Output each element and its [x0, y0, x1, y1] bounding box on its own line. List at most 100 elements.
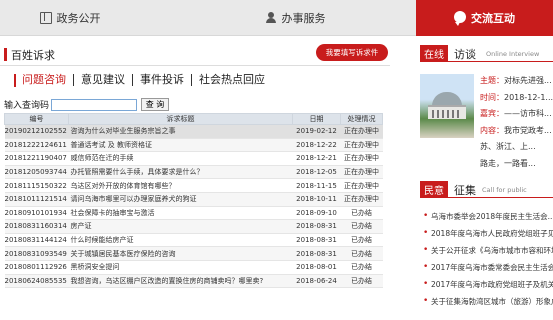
interview-info: 主题：对标先进强... 时间：2018-12-1... 嘉宾：——访市科... … — [480, 73, 553, 139]
solicit-list: 乌海市委举会2018年度民主生活会...2018年度乌海市人民政府党组班子见面.… — [422, 208, 553, 310]
cell-title[interactable]: 房产证 — [68, 219, 293, 234]
requests-table: 编号 诉求标题 日期 处理情况 20190212102552 咨询为什么对毕业生服… — [4, 113, 383, 289]
query-code-input[interactable] — [51, 98, 138, 111]
table-row[interactable]: 20181221190407 威信师范在迁的手续 2018-12-21 正在办理中 — [4, 151, 383, 166]
section-marker — [4, 48, 7, 61]
active-tab-marker — [14, 73, 16, 87]
query-button[interactable]: 查 询 — [141, 98, 170, 111]
table-row[interactable]: 20180831160314 房产证 2018-08-31 已办结 — [4, 219, 383, 234]
cell-id: 20181205093744 — [4, 165, 69, 180]
cell-title[interactable]: 关于城镇居民基本医疗保险的咨询 — [68, 246, 293, 261]
cell-title[interactable]: 请问乌海市哪里可以办理家庭养犬的狗证 — [68, 192, 293, 207]
table-row[interactable]: 20181115150322 乌达区对外开放的体育馆有哪些？ 2018-11-15 正… — [4, 178, 383, 193]
cell-id: 20180831093549 — [4, 246, 69, 261]
tab-interaction[interactable]: 交流互动 — [416, 0, 553, 36]
cell-id: 20180624085535 — [4, 274, 69, 289]
cell-date: 2018-12-21 — [292, 151, 341, 166]
table-row[interactable]: 20180831144124 什么时候能给房产证 2018-08-31 已办结 — [4, 233, 383, 248]
cell-status: 已办结 — [340, 260, 383, 275]
table-row[interactable]: 20180801112926 黑桥洞安全提问 2018-08-01 已办结 — [4, 260, 383, 275]
cell-title[interactable]: 什么时候能给房产证 — [68, 233, 293, 248]
cell-title[interactable]: 普通话考试 及 教师资格证 — [68, 138, 293, 153]
table-row[interactable]: 20181205093744 办托管照需要什么手续，具体要求是什么？ 2018-12… — [4, 165, 383, 180]
tab-label: 政务公开 — [56, 12, 101, 25]
table-row[interactable]: 20181222124611 普通话考试 及 教师资格证 2018-12-22 正在办… — [4, 138, 383, 153]
tab-label: 交流互动 — [471, 12, 515, 25]
table-row[interactable]: 20180910101934 社会保障卡的抽审宝与激活 2018-09-10 已办结 — [4, 206, 383, 221]
cell-status: 已办结 — [340, 274, 383, 289]
cell-status: 已办结 — [340, 206, 383, 221]
info-key: 嘉宾： — [480, 109, 504, 118]
interaction-sidebar: 在线 访谈 Online Interview 主题：对标先进强... 时间：20… — [416, 36, 553, 320]
cell-date: 2018-06-24 — [292, 274, 341, 289]
subtab-complaint[interactable]: 事件投诉 — [132, 74, 191, 86]
cell-date: 2018-10-11 — [292, 192, 341, 207]
cell-id: 20181221190407 — [4, 151, 69, 166]
cell-date: 2018-08-01 — [292, 260, 341, 275]
info-row: 主题：对标先进强... — [480, 73, 553, 90]
cell-date: 2018-08-31 — [292, 219, 341, 234]
info-value[interactable]: 对标先进强... — [504, 76, 552, 85]
info-row: 时间：2018-12-1... — [480, 90, 553, 107]
cell-status: 正在办理中 — [340, 165, 383, 180]
table-row[interactable]: 20180831093549 关于城镇居民基本医疗保险的咨询 2018-08-31 已… — [4, 246, 383, 261]
collect-label: 征集 — [454, 184, 476, 197]
info-value: 我市党政考... — [504, 125, 552, 135]
query-label: 输入查询码 — [4, 101, 50, 111]
cell-title[interactable]: 我想咨询，乌达区棚户区改造的置换住房的商铺卖吗？哪里卖? — [68, 274, 293, 289]
info-value: ——访市科... — [504, 109, 552, 118]
solicit-en-label: Call for public — [482, 186, 527, 194]
list-item[interactable]: 关于征集海勃湾区城市（旅游）形象广... — [422, 293, 553, 310]
cell-title[interactable]: 黑桥洞安全提问 — [68, 260, 293, 275]
cell-id: 20180801112926 — [4, 260, 69, 275]
tab-services[interactable]: 办事服务 — [200, 0, 390, 36]
cell-status: 已办结 — [340, 246, 383, 261]
tab-label: 办事服务 — [281, 12, 326, 25]
tab-government-affairs[interactable]: 政务公开 — [0, 0, 140, 36]
table-row[interactable]: 20180624085535 我想咨询，乌达区棚户区改造的置换住房的商铺卖吗？哪里… — [4, 274, 383, 289]
cell-title[interactable]: 咨询为什么对毕业生服务宗旨之事 — [68, 124, 293, 139]
cell-date: 2018-12-22 — [292, 138, 341, 153]
subtab-hot-topics[interactable]: 社会热点回应 — [191, 74, 272, 86]
subtab-suggestion[interactable]: 意见建议 — [73, 74, 132, 86]
cell-status: 已办结 — [340, 219, 383, 234]
list-item[interactable]: 2017年度乌海市政府党组班子及机关... — [422, 276, 553, 293]
interview-content-line: 苏、浙江、上... — [480, 142, 536, 151]
interview-content-line: 路走，一路看... — [480, 159, 536, 168]
info-value: 2018-12-1... — [504, 92, 553, 102]
top-navigation: 政务公开 办事服务 交流互动 — [0, 0, 553, 36]
list-item[interactable]: 2017年度乌海市委常委会民主生活会... — [422, 259, 553, 276]
subtabs: 问题咨询 意见建议 事件投诉 社会热点回应 — [14, 72, 272, 88]
info-key: 时间： — [480, 92, 504, 102]
col-header-title: 诉求标题 — [68, 113, 293, 125]
list-item[interactable]: 关于公开征求《乌海市城市市容和环境... — [422, 242, 553, 259]
submit-request-button[interactable]: 我要填写诉求件 — [316, 44, 388, 61]
cell-title[interactable]: 办托管照需要什么手续，具体要求是什么？ — [68, 165, 293, 180]
cell-date: 2018-08-31 — [292, 233, 341, 248]
photo-building — [428, 105, 466, 119]
cell-id: 20181222124611 — [4, 138, 69, 153]
subtab-consult[interactable]: 问题咨询 — [22, 74, 73, 86]
cell-id: 20180831144124 — [4, 233, 69, 248]
solicit-header: 民意 征集 Call for public — [420, 181, 553, 198]
person-icon — [265, 12, 277, 24]
citizen-requests-panel: 百姓诉求 我要填写诉求件 问题咨询 意见建议 事件投诉 社会热点回应 输入查询码… — [0, 36, 390, 320]
cell-title[interactable]: 乌达区对外开放的体育馆有哪些？ — [68, 178, 293, 193]
cell-id: 20181011121514 — [4, 192, 69, 207]
cell-id: 20180831160314 — [4, 219, 69, 234]
table-row[interactable]: 20190212102552 咨询为什么对毕业生服务宗旨之事 2019-02-12 正… — [4, 124, 383, 139]
cell-title[interactable]: 威信师范在迁的手续 — [68, 151, 293, 166]
list-item[interactable]: 乌海市委举会2018年度民主生活会... — [422, 208, 553, 225]
cell-title[interactable]: 社会保障卡的抽审宝与激活 — [68, 206, 293, 221]
info-row: 嘉宾：——访市科... — [480, 106, 553, 123]
table-row[interactable]: 20181011121514 请问乌海市哪里可以办理家庭养犬的狗证 2018-10-… — [4, 192, 383, 207]
cell-date: 2018-11-15 — [292, 178, 341, 193]
interview-photo[interactable] — [420, 74, 474, 138]
chat-icon — [454, 11, 466, 26]
col-header-status: 处理情况 — [340, 113, 383, 125]
book-icon — [39, 12, 52, 24]
section-title: 百姓诉求 — [11, 49, 55, 62]
list-item[interactable]: 2018年度乌海市人民政府党组班子见面... — [422, 225, 553, 242]
section-header: 百姓诉求 我要填写诉求件 — [0, 44, 390, 66]
query-bar: 输入查询码 查 询 — [4, 98, 170, 111]
